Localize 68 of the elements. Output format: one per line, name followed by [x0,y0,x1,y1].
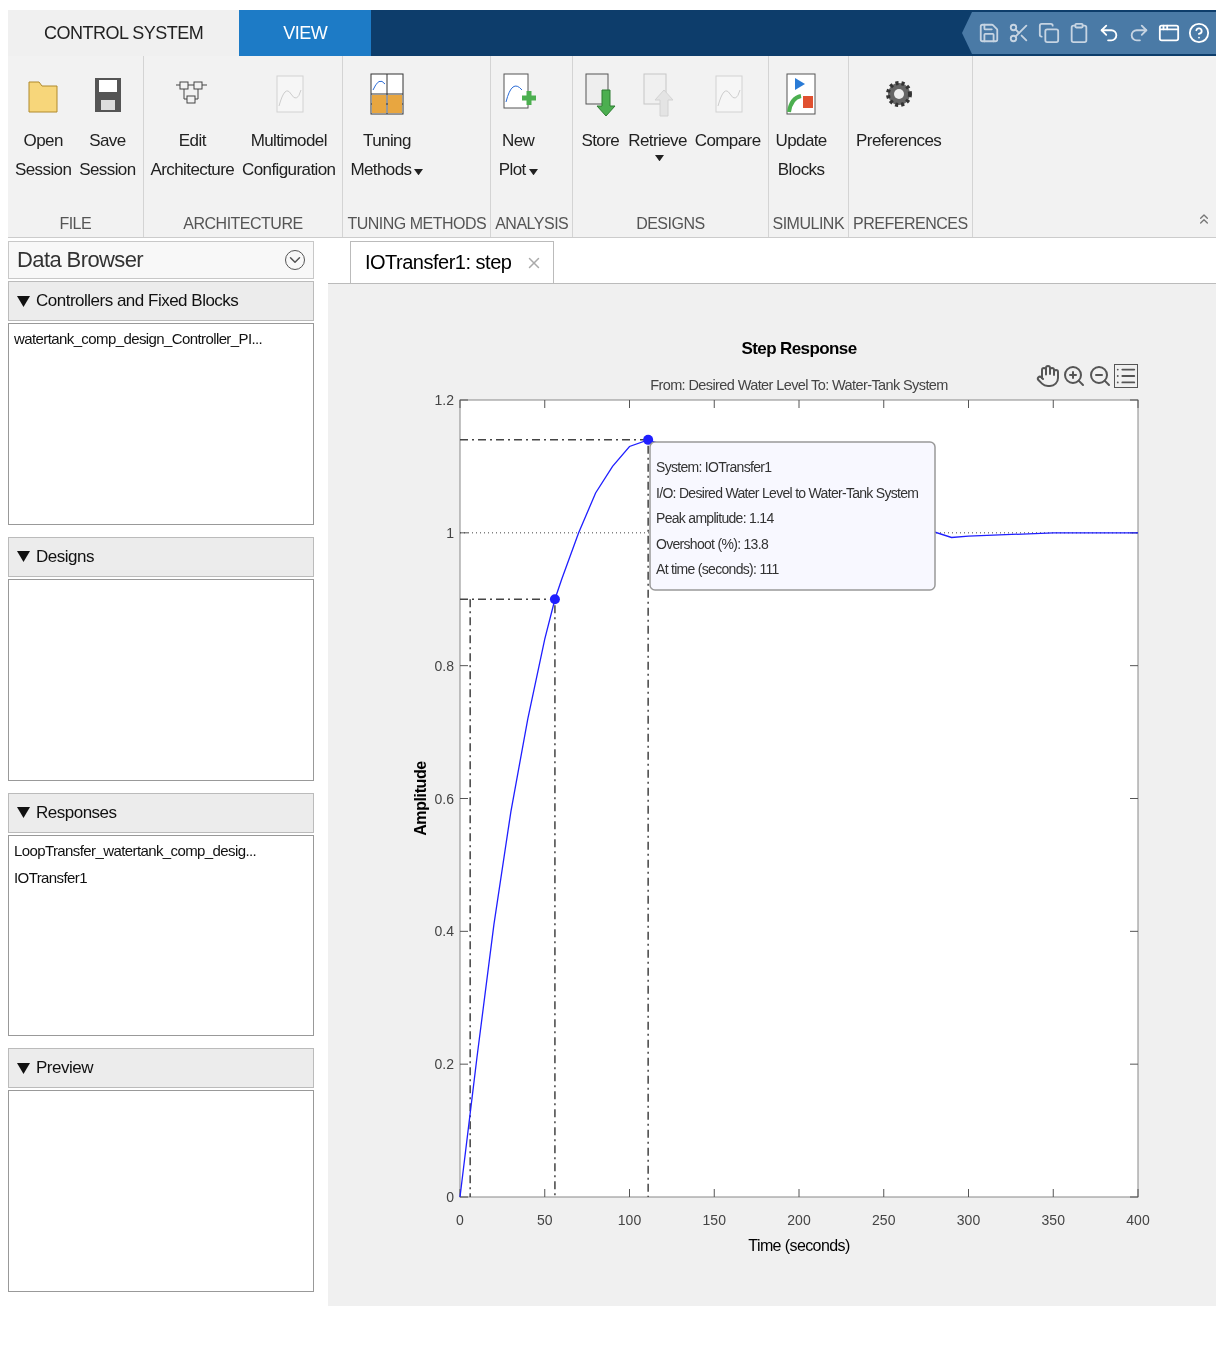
ribbon-button[interactable]: Open Session [12,56,75,215]
ribbon-section-label: SIMULINK [772,215,845,234]
data-tip-text: I/O: Desired Water Level to Water-Tank System [656,484,919,501]
x-tick-label: 0 [456,1212,464,1228]
y-tick-label: 0.4 [434,923,454,940]
ribbon-button[interactable]: Preferences [853,56,945,215]
ribbon-button[interactable]: Store [577,56,624,215]
section-header[interactable]: Controllers and Fixed Blocks [8,281,314,321]
ribbon-button[interactable]: Tuning Methods [347,56,427,215]
ribbon-section-label: PREFERENCES [853,215,968,234]
chart-subtitle: From: Desired Water Level To: Water-Tank System [650,377,948,393]
data-tip-text: System: IOTransfer1 [656,459,772,475]
x-tick-label: 350 [1041,1212,1065,1228]
cut-icon[interactable] [1008,22,1030,44]
data-tip-text: At time (seconds): 111 [656,561,779,577]
list-item[interactable]: IOTransfer1 [14,868,87,886]
y-tick-label: 0.6 [434,790,454,807]
expand-triangle-icon [17,807,30,818]
ribbon-section-label: ARCHITECTURE [182,215,304,234]
help-icon[interactable] [1188,22,1210,44]
y-tick-label: 0.8 [434,657,454,674]
x-tick-label: 100 [617,1212,642,1228]
ribbon-tab[interactable]: VIEW [239,10,372,56]
x-tick-label: 200 [787,1212,811,1228]
expand-triangle-icon [17,551,30,563]
x-tick-label: 150 [702,1212,726,1228]
zoom-in-icon[interactable] [1062,364,1086,388]
section-header[interactable]: Preview [8,1048,314,1089]
copy-icon[interactable] [1038,22,1060,44]
ribbon-button[interactable]: Update Blocks [772,56,830,215]
chart-title: Step Response [741,339,857,358]
list-item[interactable]: watertank_comp_design_Controller_PI... [14,330,263,347]
y-axis-label: Amplitude [412,761,429,836]
document-tab-label: IOTransfer1: step [365,251,512,274]
y-tick-label: 1.2 [434,392,454,408]
document-tab[interactable]: IOTransfer1: step [350,241,555,283]
ribbon-button[interactable]: New Plot [495,56,542,215]
redo-icon[interactable] [1128,22,1150,44]
section-header[interactable]: Designs [8,536,314,577]
y-tick-label: 0.2 [434,1056,454,1073]
x-axis-label: Time (seconds) [748,1237,850,1254]
panel-title: Data Browser [17,247,144,273]
ribbon-tab[interactable]: CONTROL SYSTEM [8,10,240,56]
ribbon-section-label: TUNING METHODS [347,215,487,234]
ribbon-button[interactable]: Save Session [76,56,139,215]
undo-icon[interactable] [1098,22,1120,44]
data-tip-text: Overshoot (%): 13.8 [656,535,768,552]
y-tick-label: 0 [446,1189,454,1205]
expand-triangle-icon [17,1062,30,1074]
window-icon[interactable] [1158,22,1180,44]
x-tick-label: 400 [1126,1212,1150,1228]
section-header[interactable]: Responses [8,792,314,833]
ribbon-button[interactable]: Edit Architecture [147,56,238,215]
zoom-out-icon[interactable] [1088,364,1112,388]
ribbon-section-label: ANALYSIS [495,215,569,234]
list-item[interactable]: LoopTransfer_watertank_comp_desig... [14,841,257,859]
ribbon-section-label: FILE [58,215,93,234]
paste-icon[interactable] [1068,22,1090,44]
save-icon[interactable] [978,22,1000,44]
ribbon-section-label: DESIGNS [635,215,706,234]
legend-icon[interactable] [1114,364,1138,388]
x-tick-label: 50 [536,1212,553,1228]
y-tick-label: 1 [446,524,454,541]
pan-hand-icon[interactable] [1036,364,1060,388]
expand-triangle-icon [17,295,30,307]
data-tip-text: Peak amplitude: 1.14 [656,510,774,526]
x-tick-label: 250 [872,1212,896,1228]
x-tick-label: 300 [956,1212,981,1228]
